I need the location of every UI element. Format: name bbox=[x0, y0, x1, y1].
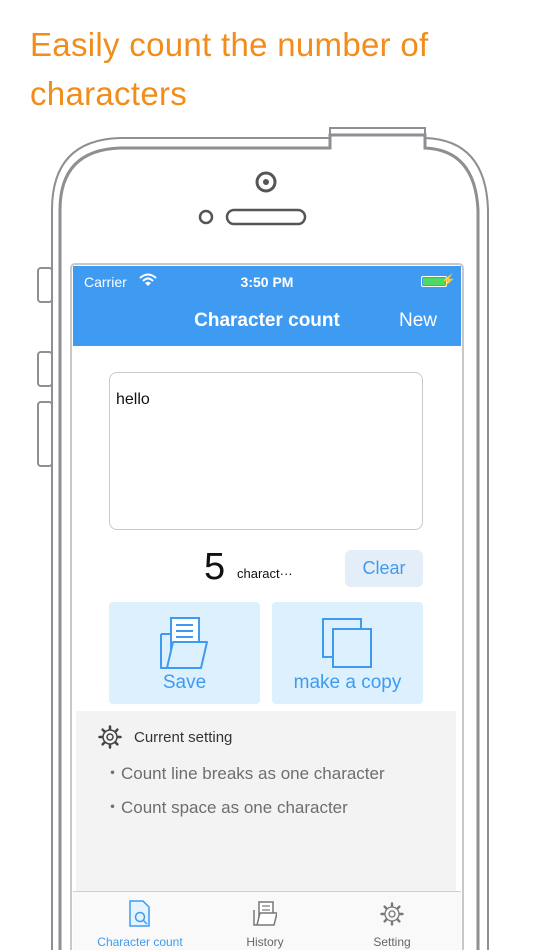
clock-label: 3:50 PM bbox=[240, 274, 294, 290]
setting-rule-spaces: ・Count space as one character bbox=[104, 798, 348, 817]
tab-setting-label: Setting bbox=[373, 935, 411, 949]
tab-history[interactable]: History bbox=[205, 892, 325, 950]
charging-icon: ⚡ bbox=[441, 273, 456, 287]
tab-bar: Character count History Setting bbox=[73, 891, 461, 950]
tab-character-count-label: Character count bbox=[97, 935, 183, 949]
history-icon bbox=[253, 901, 277, 926]
clear-button[interactable]: Clear bbox=[345, 550, 423, 587]
folder-documents-icon bbox=[160, 617, 208, 669]
app-screen: Carrier 3:50 PM ⚡ Character count New he… bbox=[73, 266, 461, 950]
tab-setting[interactable]: Setting bbox=[332, 892, 452, 950]
current-setting-panel: Current setting ・Count line breaks as on… bbox=[76, 711, 456, 891]
status-bar: Carrier 3:50 PM ⚡ bbox=[73, 266, 461, 296]
new-button[interactable]: New bbox=[399, 310, 437, 332]
character-count-value: 5 bbox=[204, 546, 226, 588]
setting-rule-line-breaks: ・Count line breaks as one character bbox=[104, 764, 385, 783]
document-count-icon bbox=[129, 900, 150, 927]
tab-character-count[interactable]: Character count bbox=[80, 892, 200, 950]
gear-icon bbox=[380, 902, 404, 926]
gear-icon bbox=[98, 725, 122, 749]
save-button-label: Save bbox=[162, 672, 207, 693]
save-button[interactable]: Save bbox=[109, 602, 260, 704]
copy-icon bbox=[322, 618, 372, 668]
make-copy-button[interactable]: make a copy bbox=[272, 602, 423, 704]
current-setting-title: Current setting bbox=[134, 729, 233, 746]
character-count-unit: charact··· bbox=[237, 566, 293, 581]
navigation-bar: Character count New bbox=[73, 296, 461, 346]
text-input[interactable]: hello bbox=[109, 372, 423, 530]
tab-history-label: History bbox=[246, 935, 284, 949]
make-copy-button-label: make a copy bbox=[293, 672, 402, 693]
